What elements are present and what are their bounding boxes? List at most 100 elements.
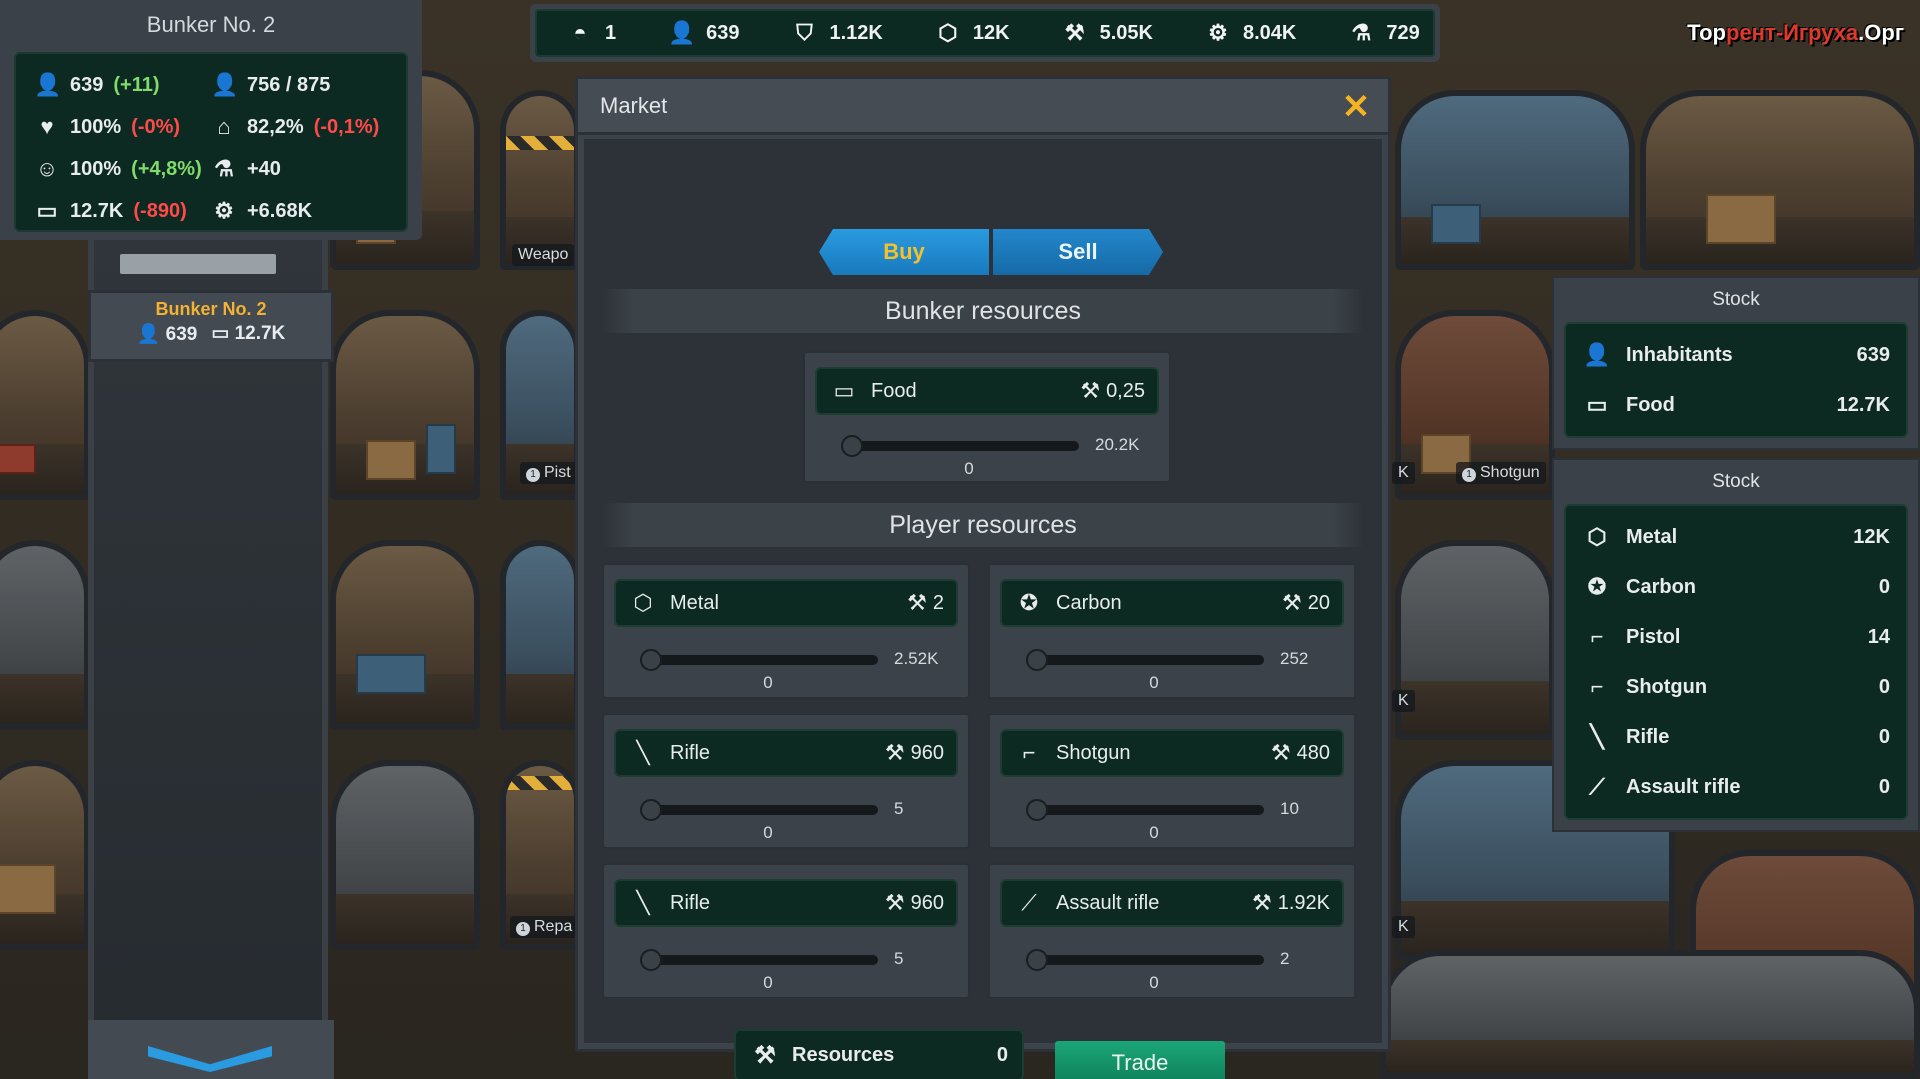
stock-value: 0 — [1878, 775, 1890, 798]
shotgun-icon: ⌐ — [1022, 740, 1036, 765]
stock-row: ╲ Rifle 0 — [1582, 712, 1890, 762]
slider-knob[interactable] — [640, 949, 662, 971]
bunker-selector-people: 👤 639 — [136, 324, 198, 345]
room-label: 1 Shotgun — [1456, 462, 1546, 484]
stock-row: ⌐ Pistol 14 — [1582, 612, 1890, 662]
room[interactable] — [330, 310, 480, 500]
tools-icon: ⚒ — [1064, 20, 1085, 45]
price-value: 1.92K — [1277, 891, 1330, 914]
quantity-slider[interactable] — [640, 949, 878, 971]
person-icon: 👤 — [34, 72, 62, 97]
quantity-slider[interactable] — [1026, 649, 1264, 671]
stock-row: 👤 Inhabitants 639 — [1582, 330, 1890, 380]
topbar-stat-value: 639 — [706, 21, 740, 44]
slider-knob[interactable] — [1026, 949, 1048, 971]
resource-card: ⟋ Assault rifle ⚒ 1.92K 2 0 — [988, 863, 1356, 999]
food-count: 12.7K — [234, 323, 286, 344]
room[interactable] — [500, 90, 580, 270]
happiness-stat: ☺ 100% (+4,8%) — [34, 156, 211, 182]
room[interactable] — [1395, 540, 1555, 740]
resource-header: ╲ Rifle ⚒ 960 — [614, 729, 958, 777]
resource-header: ⟋ Assault rifle ⚒ 1.92K — [1000, 879, 1344, 927]
topbar-stat: ⚒ 5.05K — [1062, 20, 1153, 46]
price-value: 2 — [932, 591, 944, 614]
room[interactable] — [330, 540, 480, 730]
resource-price: ⚒ 960 — [885, 740, 944, 766]
market-tabs: Buy Sell — [819, 229, 1163, 275]
stock-value: 12K — [1853, 525, 1890, 548]
stock-row: ⬡ Metal 12K — [1582, 512, 1890, 562]
production-value: +6.68K — [247, 199, 313, 222]
room[interactable] — [330, 760, 480, 950]
population-value: 639 — [70, 73, 104, 96]
stock-value: 0 — [1878, 675, 1890, 698]
slider-knob[interactable] — [640, 799, 662, 821]
shotgun-icon: ⌐ — [1590, 674, 1604, 699]
stock-list: 👤 Inhabitants 639 ▭ Food 12.7K — [1564, 322, 1908, 438]
slider-max: 2 — [1280, 949, 1290, 968]
resource-name: Rifle — [670, 741, 711, 764]
quantity-slider[interactable] — [1026, 799, 1264, 821]
market-body: Buy Sell Bunker resources ▭ Food ⚒ 0,25 2… — [584, 139, 1382, 1079]
metal-icon: ⬡ — [1587, 524, 1607, 549]
slider-max: 10 — [1280, 799, 1299, 818]
defense-delta: (-0,1%) — [313, 115, 380, 138]
bunker-selector[interactable]: Bunker No. 2 👤 639 ▭ 12.7K — [88, 290, 334, 362]
room[interactable] — [1395, 90, 1635, 270]
stock-title: Stock — [1712, 471, 1760, 492]
player-resources-heading: Player resources — [602, 503, 1364, 547]
food-can-icon: ▭ — [833, 378, 855, 403]
trade-button[interactable]: Trade — [1055, 1041, 1225, 1079]
quantity-slider[interactable] — [640, 649, 878, 671]
capacity-value: 756 / 875 — [247, 73, 331, 96]
bunker-stats: 👤 639 (+11) 👤 756 / 875 ♥ 100% (-0%) ⌂ 82,2% (-… — [14, 52, 408, 232]
topbar-stat-value: 8.04K — [1242, 21, 1297, 44]
watermark-part: .Орг — [1858, 20, 1904, 45]
food-stat: ▭ 12.7K (-890) — [34, 198, 211, 224]
tools-icon: ⚒ — [884, 890, 905, 915]
room[interactable] — [500, 540, 580, 730]
topbar-stat-value: 729 — [1386, 21, 1420, 44]
slider-max: 252 — [1280, 649, 1309, 668]
quantity-slider[interactable] — [1026, 949, 1264, 971]
topbar-stat: ⬡ 12K — [935, 20, 1009, 46]
room[interactable] — [1380, 950, 1920, 1079]
room[interactable] — [0, 760, 90, 950]
elevator-handle[interactable] — [120, 254, 276, 274]
topbar-stat: ◓ 1 — [567, 20, 616, 46]
quantity-slider[interactable] — [841, 435, 1079, 457]
gear-icon: ⚙ — [214, 198, 234, 223]
tab-sell[interactable]: Sell — [993, 229, 1163, 275]
resource-header: ▭ Food ⚒ 0,25 — [815, 367, 1159, 415]
stock-list: ⬡ Metal 12K ✪ Carbon 0 ⌐ Pistol 14 ⌐ Shotgun 0 ╲ Rifl… — [1564, 504, 1908, 820]
resource-price: ⚒ 0,25 — [1080, 378, 1145, 404]
room-label-text: Pist — [544, 464, 571, 481]
topbar-stat: ⚗ 729 — [1348, 20, 1419, 46]
health-stat: ♥ 100% (-0%) — [34, 114, 211, 140]
stock-value: 0 — [1878, 575, 1890, 598]
health-delta: (-0%) — [131, 115, 181, 138]
heart-icon: ♥ — [40, 114, 54, 139]
stock-value: 639 — [1856, 343, 1890, 366]
slider-knob[interactable] — [640, 649, 662, 671]
slider-value: 0 — [1149, 973, 1159, 992]
resource-header: ✪ Carbon ⚒ 20 — [1000, 579, 1344, 627]
slider-knob[interactable] — [1026, 799, 1048, 821]
resource-name: Assault rifle — [1056, 891, 1160, 914]
slider-value: 0 — [964, 459, 974, 478]
stock-label: Rifle — [1626, 725, 1670, 748]
room-label: K — [1392, 462, 1415, 484]
room[interactable] — [1640, 90, 1920, 270]
quantity-slider[interactable] — [640, 799, 878, 821]
food-delta: (-890) — [133, 199, 187, 222]
room-label: 1 Repa — [510, 916, 579, 938]
resources-total-label: Resources — [792, 1043, 895, 1066]
room[interactable] — [0, 540, 90, 730]
tab-buy[interactable]: Buy — [819, 229, 989, 275]
bunker-icon: ◓ — [573, 20, 587, 45]
slider-knob[interactable] — [1026, 649, 1048, 671]
room[interactable] — [0, 310, 90, 500]
slider-knob[interactable] — [841, 435, 863, 457]
research-stat: ⚗ +40 — [211, 156, 388, 182]
close-icon[interactable]: ✕ — [1338, 89, 1374, 125]
